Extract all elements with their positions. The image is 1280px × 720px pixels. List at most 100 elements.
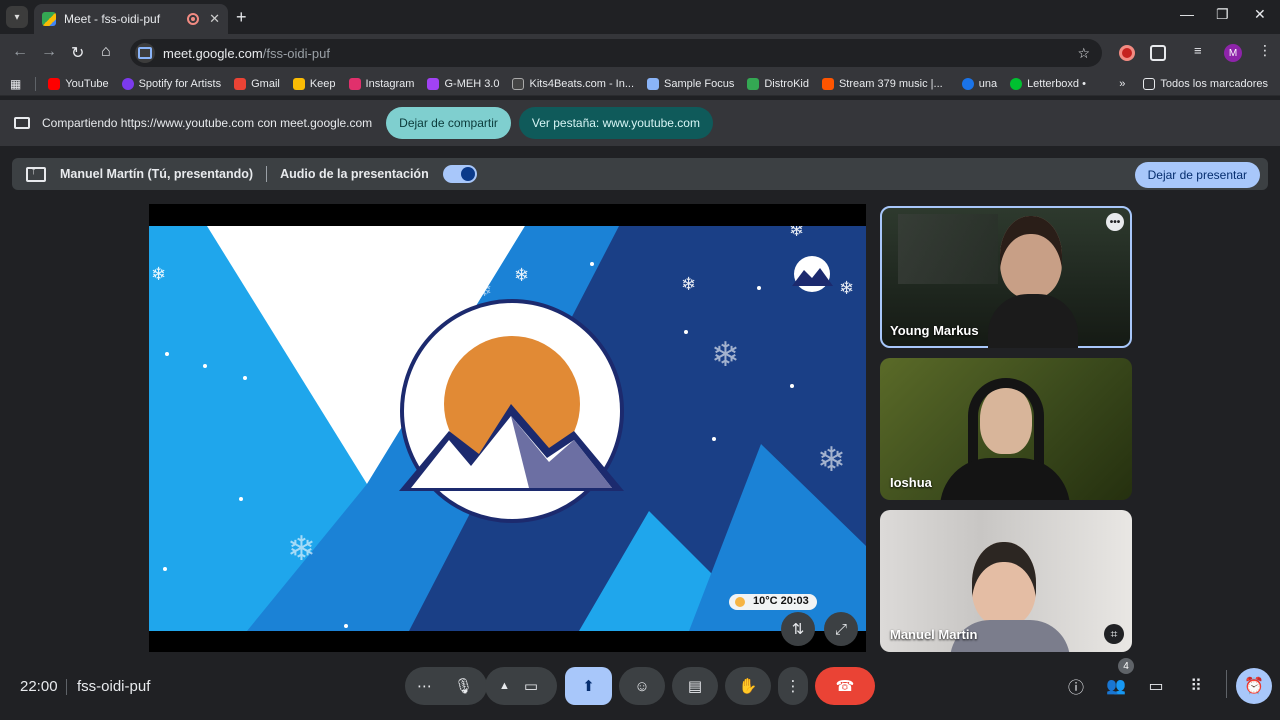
meet-main: Manuel Martín (Tú, presentando) Audio de…	[0, 146, 1280, 720]
more-bookmarks-icon[interactable]: »	[1119, 78, 1125, 90]
reload-button[interactable]: ↻	[71, 43, 84, 63]
camera-icon[interactable]: ▭	[524, 677, 538, 695]
bookmark-item[interactable]: Letterboxd •	[1010, 77, 1086, 90]
bookmark-item[interactable]: Spotify for Artists	[121, 77, 222, 90]
participant-name: Ioshua	[890, 475, 932, 490]
stop-presenting-button[interactable]: Dejar de presentar	[1134, 162, 1260, 188]
tab-search-button[interactable]: ▾	[6, 6, 28, 28]
bookmark-label: YouTube	[65, 77, 109, 90]
home-button[interactable]: ⌂	[101, 43, 111, 61]
background-shelf	[898, 214, 998, 284]
bookmark-item[interactable]: Stream 379 music |...	[821, 77, 943, 90]
more-vert-icon: ⋮	[785, 678, 801, 695]
minimize-window-button[interactable]: —	[1180, 6, 1194, 22]
bookmark-item[interactable]: Keep	[292, 77, 336, 90]
host-controls-button[interactable]: ⏰	[1236, 668, 1272, 704]
microphone-icon[interactable]: 🎙	[454, 677, 473, 695]
people-button[interactable]: 👥	[1104, 674, 1128, 698]
bookmark-label: Letterboxd •	[1027, 77, 1086, 90]
more-options-button[interactable]: ⋮	[778, 667, 808, 705]
presentation-stage[interactable]: ❄ ❄ ❄ ❄ ❄ ❄ ❄ ❄ ❄ ❄ ❄ 10°C 20:03 ⇅ ⤢	[149, 204, 866, 652]
chevron-up-icon[interactable]: ▲	[499, 680, 510, 692]
bookmark-label: una	[978, 77, 998, 90]
participant-name: Manuel Martin	[890, 627, 978, 642]
leave-call-button[interactable]: ☎	[815, 667, 875, 705]
view-tab-button[interactable]: Ver pestaña: www.youtube.com	[518, 107, 713, 139]
captions-icon: ▤	[687, 678, 703, 695]
bookmark-item[interactable]: Sample Focus	[647, 77, 734, 90]
sharing-status-text: Compartiendo https://www.youtube.com con…	[42, 116, 373, 130]
bookmark-item[interactable]: DistroKid	[747, 77, 809, 90]
chat-button[interactable]: ▭	[1144, 674, 1168, 698]
svg-text:❄: ❄	[789, 226, 804, 241]
participant-tile[interactable]: Ioshua	[880, 358, 1132, 500]
bookmark-item[interactable]: G-MEH 3.0	[427, 77, 499, 90]
profile-avatar[interactable]: M	[1224, 44, 1242, 62]
fullscreen-button[interactable]: ⤢	[824, 612, 858, 646]
captions-button[interactable]: ▤	[672, 667, 718, 705]
browser-toolbar: ← → ↻ ⌂ meet.google.com/fss-oidi-puf ☆ ≡…	[0, 34, 1280, 72]
bookmark-item[interactable]: YouTube	[48, 77, 109, 90]
new-tab-button[interactable]: +	[236, 7, 247, 28]
keep-icon	[292, 77, 305, 90]
restore-window-button[interactable]: ❐	[1216, 6, 1229, 23]
address-bar[interactable]: meet.google.com/fss-oidi-puf ☆	[130, 39, 1102, 67]
raise-hand-button[interactable]: ✋	[725, 667, 771, 705]
bookmark-star-icon[interactable]: ☆	[1077, 45, 1090, 62]
camera-control[interactable]: ▲ ▭	[485, 667, 557, 705]
microphone-control[interactable]: ⋯ 🎙	[405, 667, 487, 705]
extensions-icon[interactable]	[1150, 45, 1166, 61]
bookmark-label: Spotify for Artists	[138, 77, 222, 90]
recording-extension-icon[interactable]	[1119, 45, 1135, 61]
media-control-icon[interactable]: ≡	[1194, 43, 1210, 59]
present-screen-button[interactable]: ⬆	[565, 667, 612, 705]
forward-button[interactable]: →	[41, 43, 57, 61]
participant-video	[972, 542, 1036, 626]
folder-icon	[1143, 77, 1156, 90]
apps-grid-icon[interactable]: ▦	[10, 77, 21, 91]
participant-tile-self[interactable]: Manuel Martin ⌗	[880, 510, 1132, 652]
more-options-icon[interactable]: •••	[1106, 213, 1124, 231]
svg-text:❄: ❄	[477, 280, 492, 301]
participant-video	[1000, 216, 1062, 298]
spotify-icon	[121, 77, 134, 90]
distrokid-icon	[747, 77, 760, 90]
reactions-button[interactable]: ☺	[619, 667, 665, 705]
present-screen-icon: ⬆	[582, 678, 595, 695]
bookmark-item[interactable]: Kits4Beats.com - In...	[512, 77, 634, 90]
audio-options-icon[interactable]: ⋯	[417, 677, 432, 695]
url-path: /fss-oidi-puf	[262, 45, 330, 61]
browser-menu-icon[interactable]: ⋮	[1258, 42, 1274, 58]
stop-sharing-button[interactable]: Dejar de compartir	[386, 107, 511, 139]
svg-text:❄: ❄	[287, 529, 316, 569]
recording-indicator-icon	[187, 13, 200, 25]
soundcloud-icon	[821, 77, 834, 90]
shared-video-frame: ❄ ❄ ❄ ❄ ❄ ❄ ❄ ❄ ❄ ❄ ❄	[149, 226, 866, 631]
instagram-icon	[348, 77, 361, 90]
all-bookmarks-folder[interactable]: Todos los marcadores	[1143, 77, 1268, 90]
activities-button[interactable]: ⠿	[1184, 674, 1208, 698]
screen-share-icon	[14, 117, 30, 129]
back-button[interactable]: ←	[12, 43, 28, 61]
raise-hand-icon: ✋	[738, 678, 758, 695]
close-tab-icon[interactable]: ✕	[209, 11, 220, 27]
participant-body	[988, 294, 1078, 348]
bookmark-item[interactable]: Instagram	[348, 77, 414, 90]
svg-text:❄: ❄	[514, 265, 529, 286]
crop-icon[interactable]: ⌗	[1104, 624, 1124, 644]
meet-favicon-icon	[42, 12, 56, 26]
close-window-button[interactable]: ✕	[1254, 6, 1266, 23]
browser-tab-meet[interactable]: Meet - fss-oidi-puf ✕	[34, 4, 228, 34]
bookmark-item[interactable]: Gmail	[234, 77, 280, 90]
clock-divider	[66, 679, 67, 695]
site-info-icon[interactable]	[135, 43, 155, 63]
bookmarks-bar: ▦ YouTube Spotify for Artists Gmail Keep…	[0, 72, 1280, 96]
presentation-audio-toggle[interactable]	[442, 165, 477, 183]
url-host: meet.google.com	[163, 45, 263, 61]
meeting-details-button[interactable]: ⓘ	[1064, 674, 1088, 698]
svg-text:❄: ❄	[817, 440, 846, 480]
swap-layout-button[interactable]: ⇅	[781, 612, 815, 646]
participant-tile[interactable]: ••• Young Markus	[880, 206, 1132, 348]
meeting-clock: 22:00	[20, 678, 58, 695]
bookmark-item[interactable]: una	[961, 77, 998, 90]
